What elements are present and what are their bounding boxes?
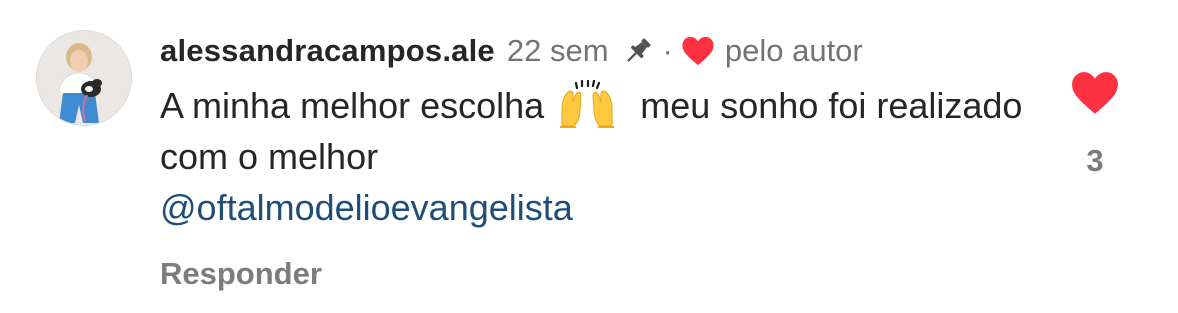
comment-text: A minha melhor escolha meu sonho foi rea… bbox=[160, 80, 1040, 233]
like-heart-icon[interactable] bbox=[1070, 70, 1120, 116]
liked-by-author-label: pelo autor bbox=[724, 33, 863, 68]
timestamp[interactable]: 22 sem bbox=[507, 33, 609, 69]
comment: alessandracampos.ale 22 sem · pelo autor… bbox=[0, 0, 1178, 313]
mention-link[interactable]: @oftalmodelioevangelista bbox=[160, 187, 573, 228]
reply-button[interactable]: Responder bbox=[160, 256, 322, 292]
pin-icon bbox=[626, 38, 651, 62]
separator-dot: · bbox=[662, 33, 673, 68]
like-count[interactable]: 3 bbox=[1058, 143, 1132, 179]
raising-hands-emoji-icon bbox=[560, 80, 615, 128]
comment-text-part1: A minha melhor escolha bbox=[160, 85, 545, 126]
author-heart-icon bbox=[682, 36, 714, 66]
profile-photo-icon bbox=[37, 31, 131, 125]
comment-body: alessandracampos.ale 22 sem · pelo autor… bbox=[160, 28, 1040, 233]
avatar[interactable] bbox=[36, 30, 132, 126]
comment-meta: alessandracampos.ale 22 sem · pelo autor bbox=[160, 28, 1040, 74]
username[interactable]: alessandracampos.ale bbox=[160, 33, 495, 69]
